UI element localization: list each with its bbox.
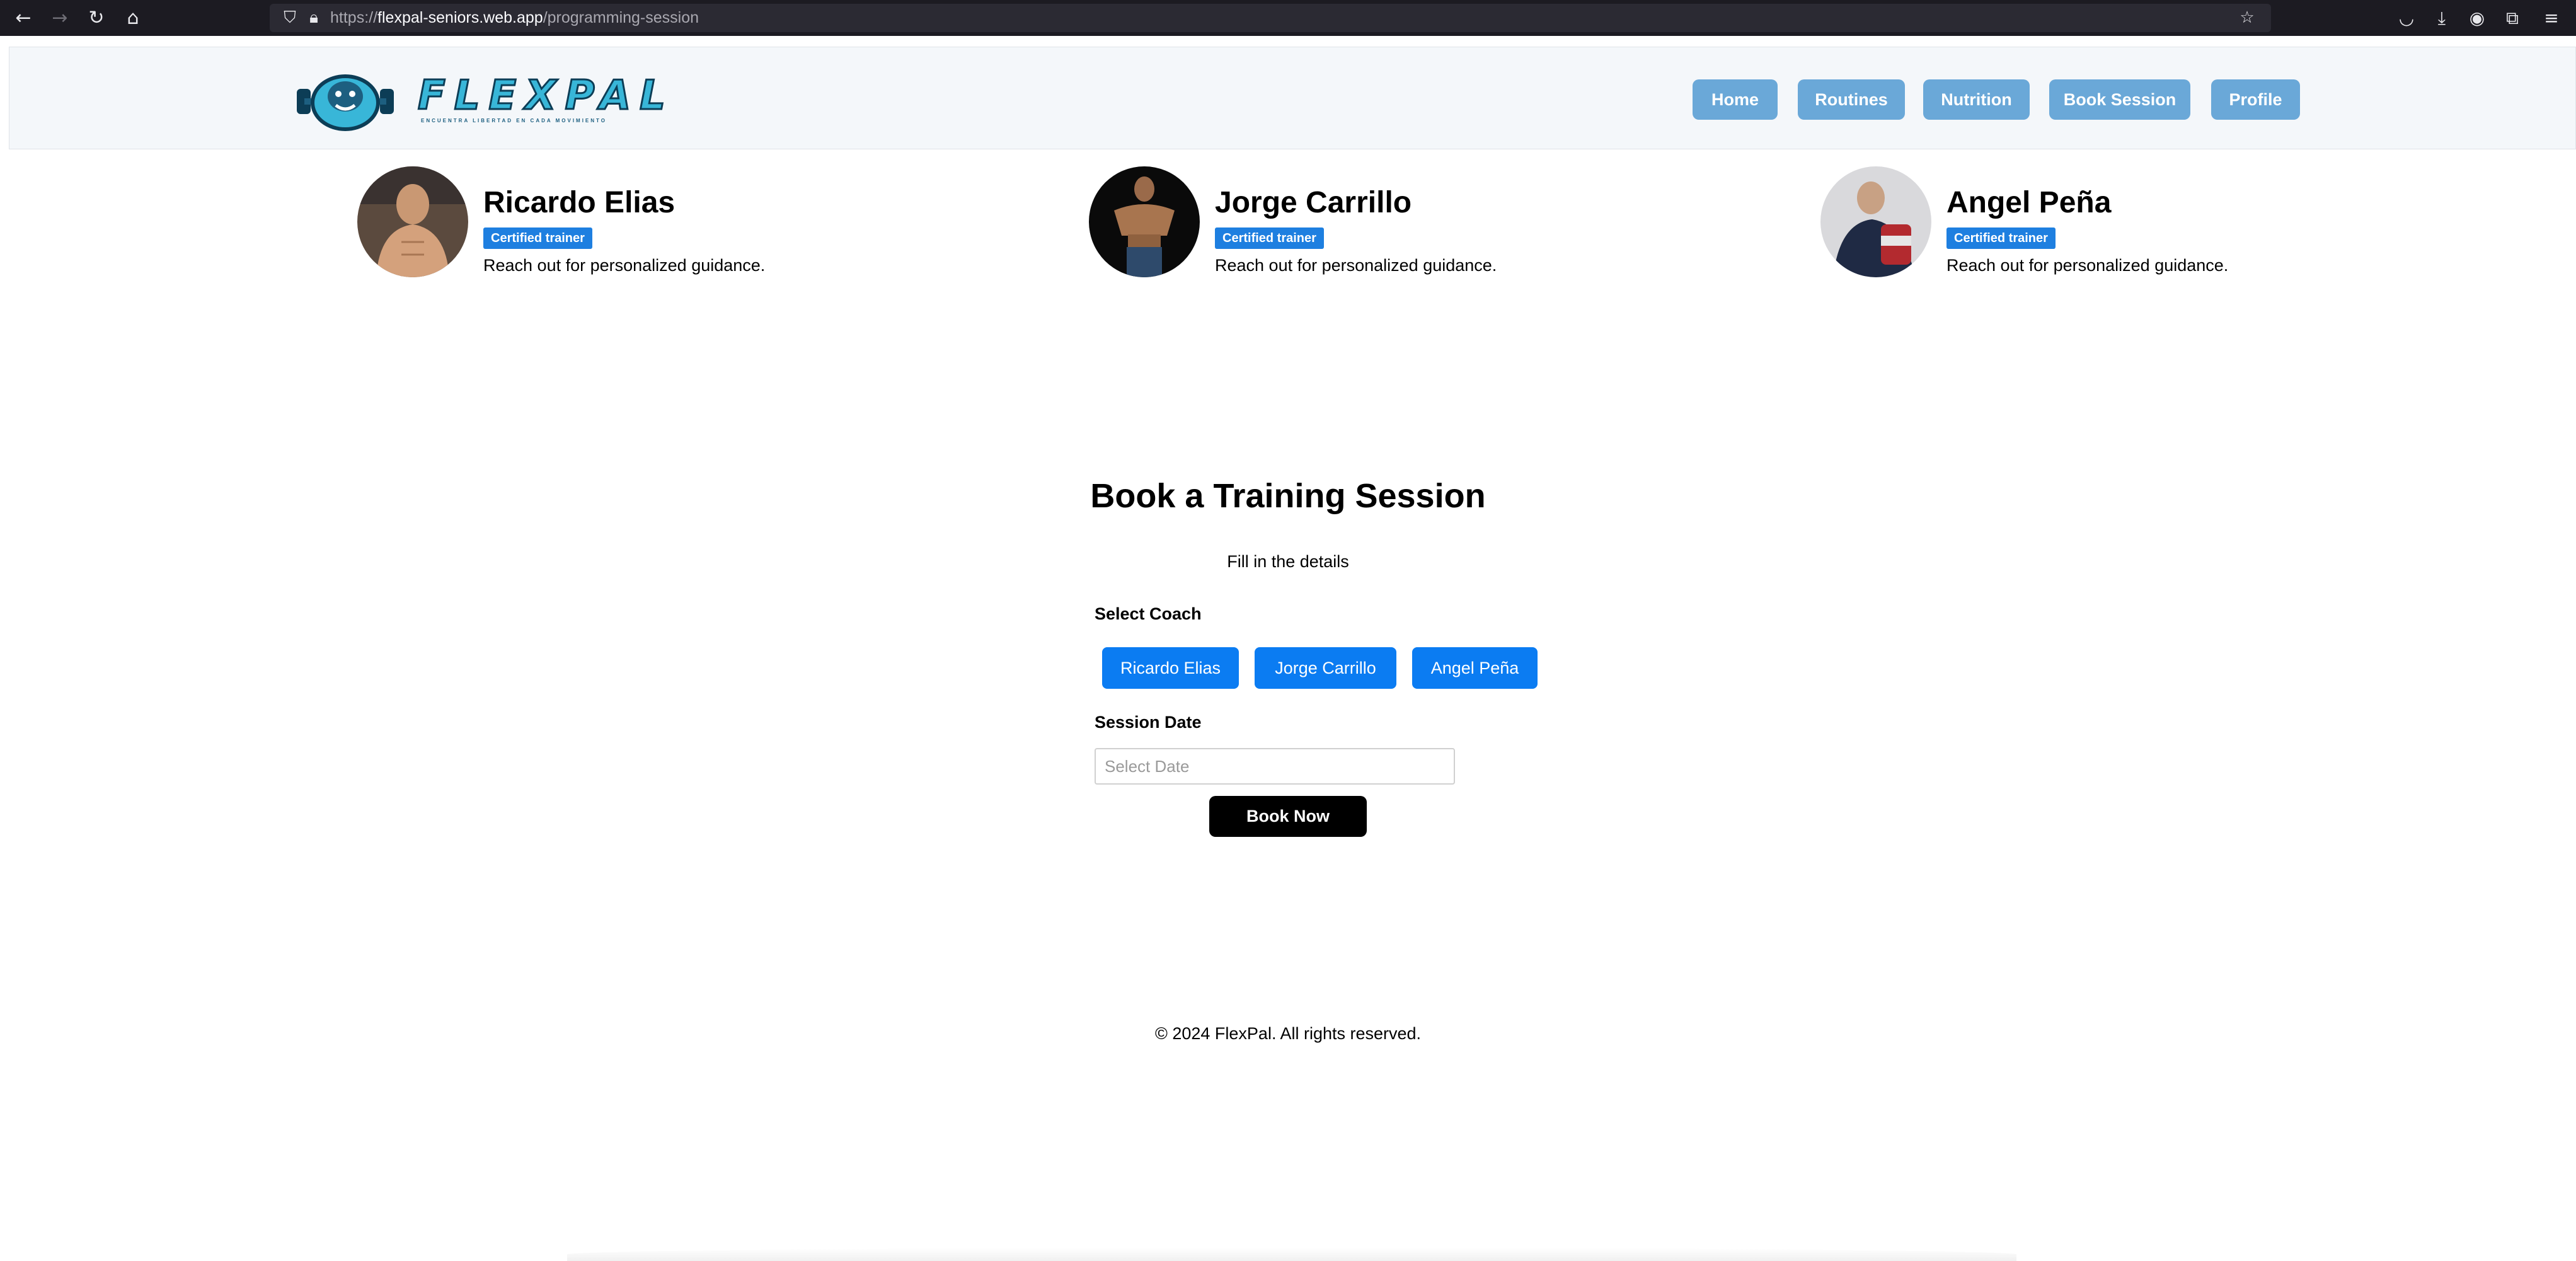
reload-icon[interactable]: ↻ xyxy=(84,6,108,30)
shield-icon[interactable]: ⛉ xyxy=(279,6,301,29)
coach-name: Ricardo Elias xyxy=(483,186,676,219)
nav-home-button[interactable]: Home xyxy=(1693,79,1778,120)
certified-badge: Certified trainer xyxy=(483,227,592,249)
back-icon[interactable]: ← xyxy=(11,6,35,30)
extensions-icon[interactable]: ⧉ xyxy=(2500,6,2524,30)
coach-description: Reach out for personalized guidance. xyxy=(483,256,766,275)
address-bar[interactable]: ⛉ 🔒︎ https://flexpal-seniors.web.app/pro… xyxy=(270,4,2271,32)
coach-name: Jorge Carrillo xyxy=(1215,186,1412,219)
coach-avatar xyxy=(1820,166,1931,277)
forward-icon[interactable]: → xyxy=(48,6,72,30)
coach-card: Angel Peña Certified trainer Reach out f… xyxy=(1820,166,2262,280)
pocket-icon[interactable]: ◡ xyxy=(2395,6,2418,30)
bookmark-star-icon[interactable]: ☆ xyxy=(2236,6,2258,29)
coach-description: Reach out for personalized guidance. xyxy=(1946,256,2229,275)
url-text[interactable]: https://flexpal-seniors.web.app/programm… xyxy=(330,4,699,32)
coach-name: Angel Peña xyxy=(1946,186,2112,219)
session-date-label: Session Date xyxy=(1095,713,1202,732)
book-now-button[interactable]: Book Now xyxy=(1209,796,1367,837)
lock-icon[interactable]: 🔒︎ xyxy=(302,6,325,29)
browser-toolbar: ← → ↻ ⌂ ⛉ 🔒︎ https://flexpal-seniors.web… xyxy=(0,0,2576,36)
logo-tagline: ENCUENTRA LIBERTAD EN CADA MOVIMIENTO xyxy=(421,118,607,124)
booking-title: Book a Training Session xyxy=(1090,477,1486,515)
coach-avatar xyxy=(1089,166,1200,277)
nav-profile-button[interactable]: Profile xyxy=(2211,79,2300,120)
url-prefix: https:// xyxy=(330,9,378,26)
coach-option-angel-button[interactable]: Angel Peña xyxy=(1412,647,1538,689)
coach-option-ricardo-button[interactable]: Ricardo Elias xyxy=(1102,647,1239,689)
site-header: FLEXPAL ENCUENTRA LIBERTAD EN CADA MOVIM… xyxy=(9,47,2576,149)
flexpal-logo[interactable]: FLEXPAL ENCUENTRA LIBERTAD EN CADA MOVIM… xyxy=(292,66,666,131)
account-icon[interactable]: ◉ xyxy=(2465,6,2489,30)
certified-badge: Certified trainer xyxy=(1215,227,1324,249)
nav-book-session-button[interactable]: Book Session xyxy=(2049,79,2190,120)
nav-nutrition-button[interactable]: Nutrition xyxy=(1923,79,2030,120)
booking-subtitle: Fill in the details xyxy=(1227,552,1349,571)
home-icon[interactable]: ⌂ xyxy=(121,6,145,30)
session-date-input[interactable] xyxy=(1095,748,1455,785)
nav-routines-button[interactable]: Routines xyxy=(1798,79,1905,120)
coach-card: Jorge Carrillo Certified trainer Reach o… xyxy=(1089,166,1530,280)
select-coach-label: Select Coach xyxy=(1095,604,1202,623)
url-path: /programming-session xyxy=(543,9,699,26)
coach-avatar xyxy=(357,166,468,277)
download-icon[interactable]: ⤓ xyxy=(2430,6,2454,30)
coach-card: Ricardo Elias Certified trainer Reach ou… xyxy=(357,166,798,280)
coach-description: Reach out for personalized guidance. xyxy=(1215,256,1497,275)
footer-copyright: © 2024 FlexPal. All rights reserved. xyxy=(1154,1024,1422,1043)
logo-wordmark: FLEXPAL xyxy=(417,72,674,120)
bottom-shadow xyxy=(567,1248,2016,1261)
menu-icon[interactable]: ≡ xyxy=(2539,6,2563,30)
mascot-logo-icon xyxy=(297,74,394,131)
coach-option-jorge-button[interactable]: Jorge Carrillo xyxy=(1255,647,1396,689)
certified-badge: Certified trainer xyxy=(1946,227,2056,249)
url-host: flexpal-seniors.web.app xyxy=(377,9,543,26)
